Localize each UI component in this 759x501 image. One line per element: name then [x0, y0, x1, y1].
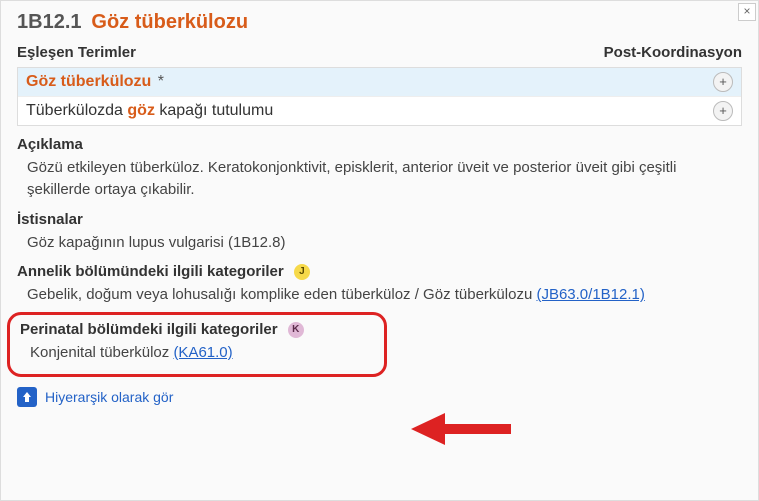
- term-pre: Tüberkülozda: [26, 102, 127, 119]
- add-postcoord-button[interactable]: +: [713, 72, 733, 92]
- exclusions-title: İstisnalar: [17, 211, 742, 228]
- perinatal-text: Konjenital tüberküloz: [30, 344, 173, 361]
- maternal-section: Annelik bölümündeki ilgili kategoriler J…: [1, 253, 758, 306]
- term-post: kapağı tutulumu: [155, 102, 273, 119]
- header: 1B12.1 Göz tüberkülozu: [1, 1, 758, 40]
- hierarchy-icon: [17, 387, 37, 407]
- term-text: Göz tüberkülozu *: [26, 73, 164, 91]
- annotation-arrow-icon: [411, 409, 521, 459]
- term-highlight: göz: [127, 102, 155, 119]
- perinatal-highlight-box: Perinatal bölümdeki ilgili kategoriler K…: [7, 312, 387, 377]
- term-text: Tüberkülozda göz kapağı tutulumu: [26, 102, 273, 120]
- matched-terms-label: Eşleşen Terimler: [17, 44, 136, 61]
- details-panel: × 1B12.1 Göz tüberkülozu Eşleşen Terimle…: [0, 0, 759, 501]
- maternal-title: Annelik bölümündeki ilgili kategoriler J: [17, 263, 742, 280]
- sub-header: Eşleşen Terimler Post-Koordinasyon: [1, 40, 758, 67]
- term-row[interactable]: Tüberkülozda göz kapağı tutulumu +: [18, 97, 741, 125]
- preferred-star: *: [158, 73, 164, 90]
- footer: Hiyerarşik olarak gör: [1, 377, 758, 417]
- description-title: Açıklama: [17, 136, 742, 153]
- terms-list: Göz tüberkülozu * + Tüberkülozda göz kap…: [17, 67, 742, 126]
- description-section: Açıklama Gözü etkileyen tüberküloz. Kera…: [1, 126, 758, 201]
- perinatal-body: Konjenital tüberküloz (KA61.0): [20, 340, 374, 364]
- add-postcoord-button[interactable]: +: [713, 101, 733, 121]
- term-highlight: Göz tüberkülozu: [26, 73, 151, 90]
- view-hierarchy-link[interactable]: Hiyerarşik olarak gör: [45, 389, 173, 405]
- maternal-title-text: Annelik bölümündeki ilgili kategoriler: [17, 263, 284, 280]
- exclusions-body: Göz kapağının lupus vulgarisi (1B12.8): [17, 230, 742, 254]
- maternal-code-link[interactable]: (JB63.0/1B12.1): [536, 286, 644, 303]
- entity-title: Göz tüberkülozu: [91, 11, 248, 33]
- perinatal-title-text: Perinatal bölümdeki ilgili kategoriler: [20, 321, 278, 338]
- close-button[interactable]: ×: [738, 3, 756, 21]
- exclusions-section: İstisnalar Göz kapağının lupus vulgarisi…: [1, 201, 758, 254]
- term-row[interactable]: Göz tüberkülozu * +: [18, 68, 741, 97]
- perinatal-badge-icon: K: [288, 322, 304, 338]
- post-coordination-label: Post-Koordinasyon: [604, 44, 742, 61]
- description-body: Gözü etkileyen tüberküloz. Keratokonjonk…: [17, 155, 742, 201]
- entity-code: 1B12.1: [17, 11, 82, 33]
- maternal-body: Gebelik, doğum veya lohusalığı komplike …: [17, 282, 742, 306]
- maternal-badge-icon: J: [294, 264, 310, 280]
- maternal-text: Gebelik, doğum veya lohusalığı komplike …: [27, 286, 536, 303]
- perinatal-code-link[interactable]: (KA61.0): [173, 344, 232, 361]
- perinatal-title: Perinatal bölümdeki ilgili kategoriler K: [20, 321, 374, 338]
